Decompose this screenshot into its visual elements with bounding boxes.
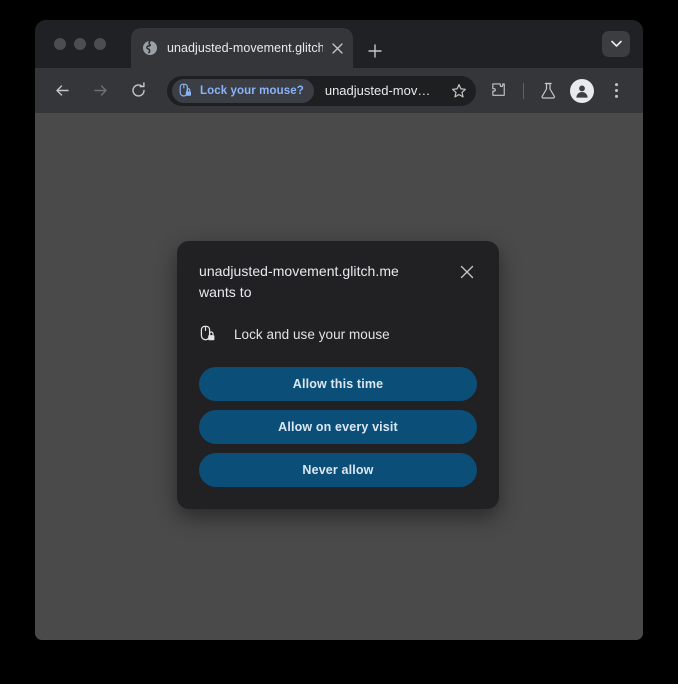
allow-this-time-button[interactable]: Allow this time [199, 367, 477, 401]
forward-arrow-icon [93, 85, 107, 96]
tab-strip: unadjusted-movement.glitch. [35, 20, 643, 68]
browser-menu-button[interactable] [602, 77, 630, 105]
profile-avatar[interactable] [570, 78, 594, 103]
permission-dialog: unadjusted-movement.glitch.me wants to L… [177, 241, 499, 509]
bookmark-star-icon[interactable] [446, 78, 472, 104]
screenshot-root: unadjusted-movement.glitch. Lock your mo… [0, 0, 678, 684]
experiments-button[interactable] [534, 77, 562, 105]
mouse-lock-icon [199, 325, 217, 343]
three-dot-menu-icon [614, 83, 618, 98]
page-viewport: unadjusted-movement.glitch.me wants to L… [35, 113, 643, 640]
permission-chip-lock-your-mouse[interactable]: Lock your mouse? [172, 78, 314, 103]
new-tab-button[interactable] [364, 40, 386, 62]
browser-tab[interactable]: unadjusted-movement.glitch. [131, 28, 353, 68]
never-allow-button[interactable]: Never allow [199, 453, 477, 487]
browser-toolbar: Lock your mouse? unadjusted-mov… [35, 68, 643, 113]
extensions-button[interactable] [485, 77, 513, 105]
tab-title: unadjusted-movement.glitch. [167, 41, 323, 55]
back-button[interactable] [47, 76, 77, 106]
reload-icon [131, 82, 145, 97]
extensions-puzzle-icon [491, 83, 505, 96]
tab-search-button[interactable] [602, 31, 630, 57]
dialog-close-icon[interactable] [457, 262, 477, 282]
dialog-actions: Allow this time Allow on every visit Nev… [199, 367, 477, 487]
dialog-request-label: Lock and use your mouse [234, 326, 390, 342]
dialog-request-row: Lock and use your mouse [199, 325, 477, 343]
address-bar[interactable]: Lock your mouse? unadjusted-mov… [167, 75, 476, 106]
flask-icon [540, 82, 555, 99]
chevron-down-icon [610, 40, 622, 47]
reload-button[interactable] [123, 76, 153, 106]
url-text: unadjusted-mov… [324, 83, 431, 98]
window-maximize-button[interactable] [94, 38, 106, 50]
tab-close-icon[interactable] [327, 38, 347, 58]
permission-chip-label: Lock your mouse? [200, 84, 304, 97]
dialog-header: unadjusted-movement.glitch.me wants to [199, 261, 477, 303]
window-traffic-lights [54, 38, 106, 50]
person-icon [576, 85, 588, 98]
globe-icon [142, 40, 158, 56]
mouse-lock-icon [179, 83, 194, 98]
window-close-button[interactable] [54, 38, 66, 50]
back-arrow-icon [55, 85, 69, 96]
toolbar-divider [523, 82, 524, 99]
forward-button [85, 76, 115, 106]
dialog-title: unadjusted-movement.glitch.me wants to [199, 263, 399, 300]
allow-every-visit-button[interactable]: Allow on every visit [199, 410, 477, 444]
window-minimize-button[interactable] [74, 38, 86, 50]
browser-window: unadjusted-movement.glitch. Lock your mo… [35, 20, 643, 640]
